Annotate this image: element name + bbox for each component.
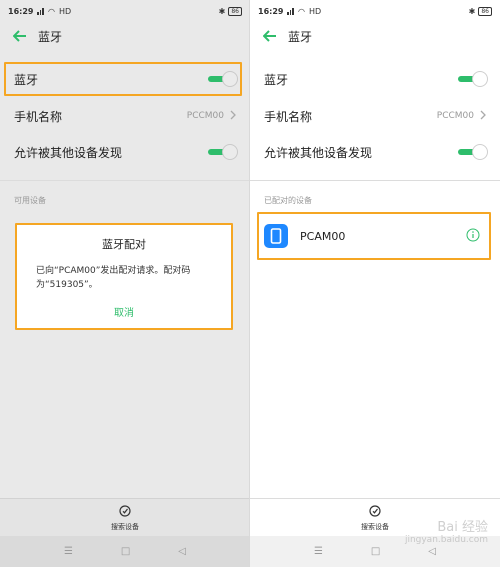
search-scan-icon bbox=[369, 505, 381, 519]
watermark: Bai 经验 jingyan.baidu.com bbox=[405, 516, 488, 545]
highlight-box bbox=[15, 223, 233, 330]
section-label: 可用设备 bbox=[14, 196, 46, 205]
wifi-icon: ◠ bbox=[297, 6, 305, 16]
phone-name-value: PCCM00 bbox=[436, 111, 474, 121]
status-bar: 16:29 ◠ HD ✱ 86 bbox=[250, 0, 500, 22]
status-time: 16:29 bbox=[258, 6, 284, 16]
screenshot-stage: 16:29 ◠ HD ✱ 86 蓝牙 蓝牙 手机名称 PCCM00 允许被其他设… bbox=[0, 0, 500, 567]
phone-name-label: 手机名称 bbox=[14, 109, 63, 124]
phone-name-row[interactable]: 手机名称 PCCM00 bbox=[250, 102, 500, 130]
nav-back-icon[interactable]: ◁ bbox=[178, 546, 186, 557]
network-label: HD bbox=[308, 6, 322, 16]
battery-icon: 86 bbox=[228, 6, 242, 16]
left-screen: 16:29 ◠ HD ✱ 86 蓝牙 蓝牙 手机名称 PCCM00 允许被其他设… bbox=[0, 0, 250, 567]
signal-icon bbox=[287, 7, 294, 15]
app-bar: 蓝牙 bbox=[250, 22, 500, 50]
app-bar: 蓝牙 bbox=[0, 22, 250, 50]
discoverable-switch[interactable] bbox=[208, 144, 238, 160]
back-arrow-icon[interactable] bbox=[12, 28, 28, 44]
bluetooth-status-icon: ✱ bbox=[468, 6, 476, 16]
chevron-right-icon bbox=[230, 110, 236, 123]
watermark-line2: jingyan.baidu.com bbox=[404, 535, 488, 545]
divider bbox=[0, 180, 250, 181]
scan-label: 搜索设备 bbox=[361, 523, 389, 531]
section-label: 已配对的设备 bbox=[264, 196, 312, 205]
right-screen: 16:29 ◠ HD ✱ 86 蓝牙 蓝牙 手机名称 PCCM00 允许被其他设… bbox=[250, 0, 500, 567]
bluetooth-switch[interactable] bbox=[458, 71, 488, 87]
nav-menu-icon[interactable]: ☰ bbox=[64, 546, 73, 557]
nav-menu-icon[interactable]: ☰ bbox=[314, 546, 323, 557]
network-label: HD bbox=[58, 6, 72, 16]
bluetooth-label: 蓝牙 bbox=[264, 72, 289, 87]
highlight-box bbox=[4, 62, 242, 96]
status-bar: 16:29 ◠ HD ✱ 86 bbox=[0, 0, 250, 22]
page-title: 蓝牙 bbox=[38, 29, 63, 44]
phone-name-row[interactable]: 手机名称 PCCM00 bbox=[0, 102, 250, 130]
phone-name-label: 手机名称 bbox=[264, 109, 313, 124]
wifi-icon: ◠ bbox=[47, 6, 55, 16]
nav-back-icon[interactable]: ◁ bbox=[428, 546, 436, 557]
back-arrow-icon[interactable] bbox=[262, 28, 278, 44]
highlight-box bbox=[257, 212, 491, 260]
bluetooth-status-icon: ✱ bbox=[218, 6, 226, 16]
discoverable-row[interactable]: 允许被其他设备发现 bbox=[0, 138, 250, 166]
signal-icon bbox=[37, 7, 44, 15]
search-scan-icon bbox=[119, 505, 131, 519]
discoverable-label: 允许被其他设备发现 bbox=[264, 145, 373, 160]
watermark-line1: Bai 经验 bbox=[437, 520, 488, 535]
page-title: 蓝牙 bbox=[288, 29, 313, 44]
nav-home-icon[interactable]: □ bbox=[121, 546, 130, 557]
bluetooth-toggle-row[interactable]: 蓝牙 bbox=[250, 64, 500, 94]
scan-devices-button[interactable]: 搜索设备 bbox=[0, 505, 250, 532]
discoverable-label: 允许被其他设备发现 bbox=[14, 145, 123, 160]
system-nav-bar: ☰ □ ◁ bbox=[0, 536, 250, 567]
nav-home-icon[interactable]: □ bbox=[371, 546, 380, 557]
phone-name-value: PCCM00 bbox=[186, 111, 224, 121]
status-time: 16:29 bbox=[8, 6, 34, 16]
discoverable-row[interactable]: 允许被其他设备发现 bbox=[250, 138, 500, 166]
divider bbox=[250, 180, 500, 181]
bottom-bar: 搜索设备 bbox=[0, 498, 250, 536]
scan-label: 搜索设备 bbox=[111, 523, 139, 531]
discoverable-switch[interactable] bbox=[458, 144, 488, 160]
chevron-right-icon bbox=[480, 110, 486, 123]
battery-icon: 86 bbox=[478, 6, 492, 16]
